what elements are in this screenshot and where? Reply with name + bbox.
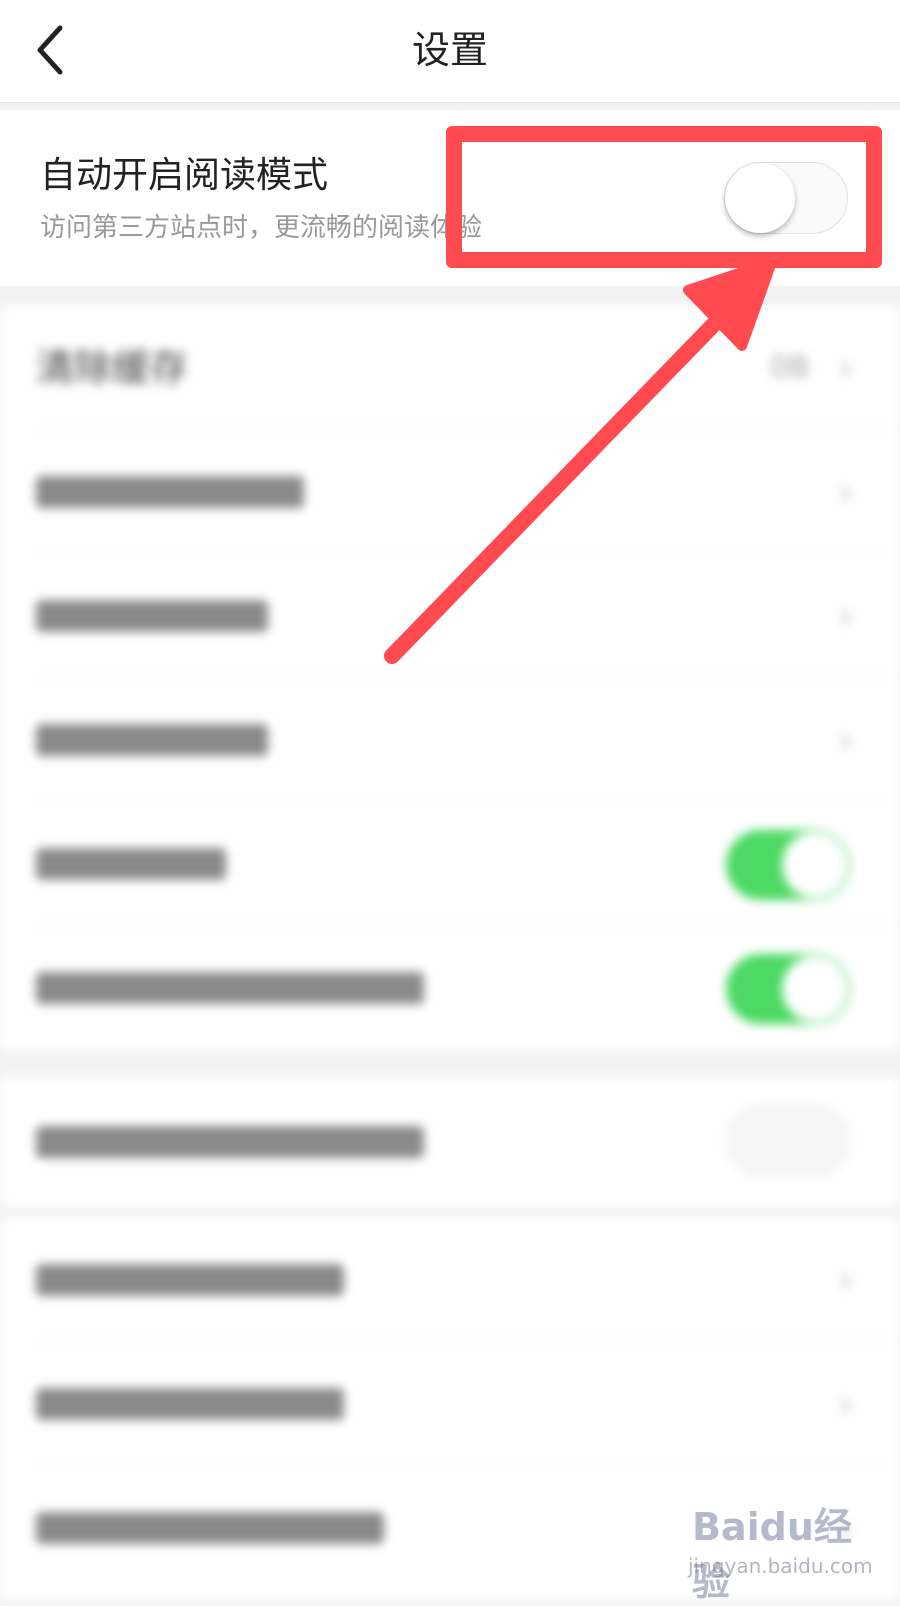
setting-row[interactable]: › <box>0 554 900 678</box>
chevron-right-icon: › <box>838 718 854 762</box>
chevron-right-icon: › <box>838 470 854 514</box>
redacted-label <box>36 1512 384 1544</box>
clear-cache-label: 清除缓存 <box>36 346 189 390</box>
redacted-label <box>36 476 304 508</box>
watermark-url: jingyan.baidu.com <box>688 1554 873 1578</box>
chevron-right-icon: › <box>838 594 854 638</box>
toggle-switch-off[interactable] <box>726 1106 850 1176</box>
setting-row[interactable] <box>0 926 900 1050</box>
blurred-settings-list: 清除缓存 0B › › › › › › › <box>0 306 900 1600</box>
setting-row[interactable]: › <box>0 430 900 554</box>
toggle-switch-on[interactable] <box>726 830 850 900</box>
redacted-label <box>36 1264 344 1296</box>
top-nav-bar: 设置 <box>0 0 900 103</box>
toggle-switch-on[interactable] <box>726 954 850 1024</box>
redacted-label <box>36 972 424 1004</box>
redacted-label <box>36 724 268 756</box>
baidu-jingyan-watermark: Baidu经验 jingyan.baidu.com <box>688 1496 878 1604</box>
redacted-label <box>36 1388 344 1420</box>
reader-mode-description: 访问第三方站点时，更流畅的阅读体验 <box>40 213 483 243</box>
redacted-label <box>36 600 268 632</box>
redacted-label <box>36 1126 424 1158</box>
chevron-right-icon: › <box>838 1382 854 1426</box>
redacted-label <box>36 848 226 880</box>
clear-cache-row[interactable]: 清除缓存 0B › <box>0 306 900 430</box>
page-title: 设置 <box>411 28 488 72</box>
toggle-knob <box>725 163 795 233</box>
chevron-right-icon: › <box>838 346 854 390</box>
watermark-brand: Baidu经验 <box>692 1505 852 1604</box>
reader-mode-label: 自动开启阅读模式 <box>40 155 329 196</box>
cache-size-value: 0B <box>770 350 810 385</box>
reader-mode-toggle[interactable] <box>724 162 848 234</box>
setting-row[interactable] <box>0 802 900 926</box>
setting-row[interactable]: › <box>0 678 900 802</box>
chevron-right-icon: › <box>838 1258 854 1302</box>
setting-row[interactable]: › <box>0 1342 900 1466</box>
toggle-knob <box>782 832 848 898</box>
toggle-knob <box>782 956 848 1022</box>
setting-row[interactable]: › <box>0 1218 900 1342</box>
setting-row[interactable] <box>0 1076 900 1206</box>
